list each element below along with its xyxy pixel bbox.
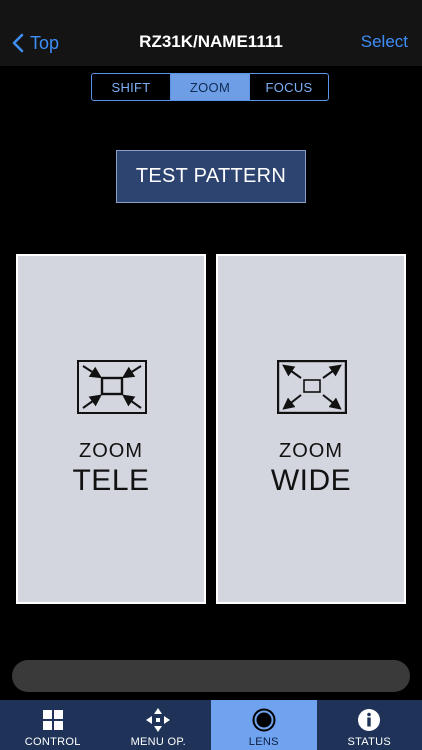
- segment-shift[interactable]: SHIFT: [92, 74, 170, 100]
- navigation-bar: Top RZ31K/NAME1111 Select: [0, 0, 422, 66]
- zoom-in-arrows-icon: [77, 360, 147, 414]
- page-title: RZ31K/NAME1111: [139, 32, 283, 51]
- zoom-tele-big-label: TELE: [72, 464, 150, 497]
- tab-status-label: STATUS: [347, 736, 392, 748]
- zoom-wide-big-label: WIDE: [270, 464, 352, 497]
- info-icon: [358, 709, 381, 731]
- tab-lens-label: LENS: [248, 736, 279, 748]
- select-button[interactable]: Select: [361, 32, 408, 52]
- zoom-wide-button[interactable]: ZOOM WIDE: [216, 254, 406, 604]
- back-button[interactable]: Top: [12, 28, 59, 58]
- dpad-arrows-icon: [146, 708, 171, 732]
- back-label: Top: [30, 32, 60, 53]
- mode-segmented-control: SHIFT ZOOM FOCUS: [91, 73, 329, 101]
- zoom-tele-small-label: ZOOM: [79, 440, 143, 462]
- tab-bar: CONTROL MENU OP. LENS STATUS: [0, 700, 422, 750]
- chevron-left-icon: [12, 33, 24, 53]
- bottom-slider-track[interactable]: [12, 660, 410, 692]
- tab-control[interactable]: CONTROL: [0, 700, 106, 750]
- zoom-out-arrows-icon: [277, 360, 347, 414]
- segment-focus[interactable]: FOCUS: [249, 74, 328, 100]
- tab-lens[interactable]: LENS: [211, 700, 317, 750]
- segment-zoom[interactable]: ZOOM: [170, 74, 249, 100]
- tab-menu-op-label: MENU OP.: [130, 736, 186, 748]
- tab-menu-op[interactable]: MENU OP.: [106, 700, 212, 750]
- grid-icon: [42, 710, 63, 730]
- test-pattern-button[interactable]: TEST PATTERN: [116, 150, 306, 203]
- tab-control-label: CONTROL: [24, 736, 81, 748]
- zoom-tele-button[interactable]: ZOOM TELE: [16, 254, 206, 604]
- zoom-wide-small-label: ZOOM: [279, 440, 343, 462]
- lens-icon: [252, 708, 276, 732]
- tab-status[interactable]: STATUS: [317, 700, 422, 750]
